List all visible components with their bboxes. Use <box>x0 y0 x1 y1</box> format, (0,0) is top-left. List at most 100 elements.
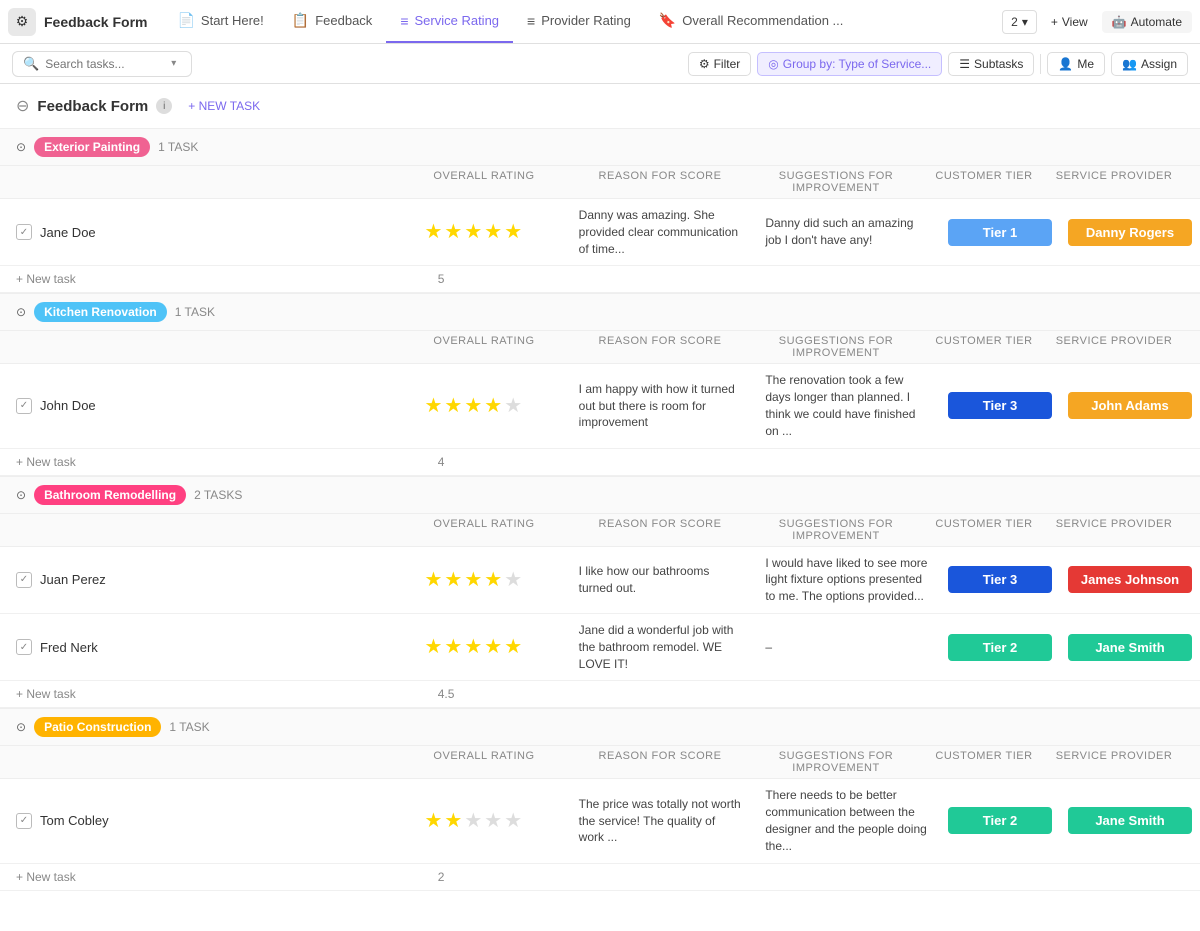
customer-tier-cell: Tier 3 <box>940 562 1060 597</box>
group-header-exterior-painting: ⊙ Exterior Painting 1 TASK <box>0 128 1200 166</box>
subtasks-button[interactable]: ☰ Subtasks <box>948 52 1034 76</box>
group-kitchen-renovation: ⊙ Kitchen Renovation 1 TASK OVERALL RATI… <box>0 293 1200 475</box>
new-task-row-button[interactable]: + New task <box>16 687 76 701</box>
info-icon[interactable]: i <box>156 98 172 114</box>
page-toggle-icon[interactable]: ⊖ <box>16 96 29 116</box>
task-avg: 5 <box>438 272 445 286</box>
reason-cell: The price was totally not worth the serv… <box>567 788 754 854</box>
service-provider-cell: Jane Smith <box>1060 803 1200 838</box>
task-name: Tom Cobley <box>40 813 109 828</box>
assign-icon: 👥 <box>1122 57 1137 71</box>
tier-badge[interactable]: Tier 2 <box>948 807 1052 834</box>
group-toggle-patio-construction[interactable]: ⊙ <box>16 720 26 734</box>
provider-rating-icon: ≡ <box>527 13 535 29</box>
search-input[interactable] <box>45 57 165 71</box>
full-star: ★ <box>444 396 462 416</box>
col-service-provider: SERVICE PROVIDER <box>1044 750 1184 774</box>
task-name: Fred Nerk <box>40 640 98 655</box>
group-patio-construction: ⊙ Patio Construction 1 TASK OVERALL RATI… <box>0 708 1200 890</box>
check-icon[interactable]: ✓ <box>16 398 32 414</box>
tier-badge[interactable]: Tier 3 <box>948 566 1052 593</box>
table-row: ✓ Fred Nerk ★★★★★ Jane did a wonderful j… <box>0 614 1200 681</box>
group-count-patio-construction: 1 TASK <box>169 720 209 734</box>
reason-cell: Jane did a wonderful job with the bathro… <box>567 614 754 680</box>
group-toggle-exterior-painting[interactable]: ⊙ <box>16 140 26 154</box>
full-star: ★ <box>424 570 442 590</box>
suggestions-cell: There needs to be better communication b… <box>753 779 940 862</box>
group-tag-exterior-painting[interactable]: Exterior Painting <box>34 137 150 157</box>
new-task-button[interactable]: + NEW TASK <box>180 96 268 116</box>
new-task-row-button[interactable]: + New task <box>16 272 76 286</box>
col-name <box>16 335 396 359</box>
nav-tabs: 📄 Start Here! 📋 Feedback ≡ Service Ratin… <box>163 0 1002 43</box>
toolbar-divider <box>1040 54 1041 74</box>
page: ⊖ Feedback Form i + NEW TASK ⊙ Exterior … <box>0 84 1200 931</box>
new-task-row-button[interactable]: + New task <box>16 870 76 884</box>
col-name <box>16 518 396 542</box>
filter-button[interactable]: ⚙ Filter <box>688 52 751 76</box>
group-tag-patio-construction[interactable]: Patio Construction <box>34 717 161 737</box>
group-tag-kitchen-renovation[interactable]: Kitchen Renovation <box>34 302 167 322</box>
full-star: ★ <box>444 811 462 831</box>
group-toggle-bathroom-remodelling[interactable]: ⊙ <box>16 488 26 502</box>
recommendation-icon: 🔖 <box>659 12 676 29</box>
provider-badge[interactable]: John Adams <box>1068 392 1192 419</box>
tab-overall-recommendation[interactable]: 🔖 Overall Recommendation ... <box>645 0 858 43</box>
tab-service-rating[interactable]: ≡ Service Rating <box>386 0 513 43</box>
new-task-row-button[interactable]: + New task <box>16 455 76 469</box>
provider-badge[interactable]: James Johnson <box>1068 566 1192 593</box>
service-provider-cell: Danny Rogers <box>1060 215 1200 250</box>
tab-provider-rating[interactable]: ≡ Provider Rating <box>513 0 645 43</box>
col-headers-patio-construction: OVERALL RATING REASON FOR SCORE SUGGESTI… <box>0 746 1200 779</box>
check-icon[interactable]: ✓ <box>16 572 32 588</box>
nav-badge[interactable]: 2 ▾ <box>1002 10 1037 34</box>
col-suggestions: SUGGESTIONS FOR IMPROVEMENT <box>748 750 924 774</box>
automate-button[interactable]: 🤖 Automate <box>1102 11 1192 33</box>
stars: ★★★★★ <box>424 396 522 416</box>
group-count-bathroom-remodelling: 2 TASKS <box>194 488 242 502</box>
suggestions-cell: I would have liked to see more light fix… <box>753 547 940 613</box>
provider-badge[interactable]: Jane Smith <box>1068 634 1192 661</box>
empty-star: ★ <box>504 396 522 416</box>
tab-start-here[interactable]: 📄 Start Here! <box>163 0 277 43</box>
me-button[interactable]: 👤 Me <box>1047 52 1105 76</box>
full-star: ★ <box>444 570 462 590</box>
stars: ★★★★★ <box>424 222 522 242</box>
feedback-icon: 📋 <box>292 12 309 29</box>
assign-button[interactable]: 👥 Assign <box>1111 52 1188 76</box>
check-icon[interactable]: ✓ <box>16 813 32 829</box>
check-icon[interactable]: ✓ <box>16 224 32 240</box>
col-reason: REASON FOR SCORE <box>572 518 748 542</box>
view-button[interactable]: + View <box>1043 11 1096 33</box>
full-star: ★ <box>424 811 442 831</box>
search-box[interactable]: 🔍 ▾ <box>12 51 192 77</box>
provider-badge[interactable]: Danny Rogers <box>1068 219 1192 246</box>
search-dropdown-arrow[interactable]: ▾ <box>171 58 176 69</box>
col-reason: REASON FOR SCORE <box>572 750 748 774</box>
app-icon: ⚙ <box>8 8 36 36</box>
empty-star: ★ <box>504 570 522 590</box>
table-row: ✓ John Doe ★★★★★ I am happy with how it … <box>0 364 1200 448</box>
tier-badge[interactable]: Tier 2 <box>948 634 1052 661</box>
groups-container: ⊙ Exterior Painting 1 TASK OVERALL RATIN… <box>0 128 1200 891</box>
stars-cell: ★★★★★ <box>380 562 567 598</box>
task-name-cell: ✓ Juan Perez <box>0 564 380 596</box>
full-star: ★ <box>424 637 442 657</box>
col-customer-tier: CUSTOMER TIER <box>924 518 1044 542</box>
group-tag-bathroom-remodelling[interactable]: Bathroom Remodelling <box>34 485 186 505</box>
provider-badge[interactable]: Jane Smith <box>1068 807 1192 834</box>
full-star: ★ <box>444 222 462 242</box>
group-by-button[interactable]: ◎ Group by: Type of Service... <box>757 52 942 76</box>
check-icon[interactable]: ✓ <box>16 639 32 655</box>
group-toggle-kitchen-renovation[interactable]: ⊙ <box>16 305 26 319</box>
toolbar-right: ⚙ Filter ◎ Group by: Type of Service... … <box>688 52 1188 76</box>
service-rating-icon: ≡ <box>400 13 408 29</box>
group-count-kitchen-renovation: 1 TASK <box>175 305 215 319</box>
tier-badge[interactable]: Tier 3 <box>948 392 1052 419</box>
tier-badge[interactable]: Tier 1 <box>948 219 1052 246</box>
tab-feedback[interactable]: 📋 Feedback <box>278 0 387 43</box>
page-header: ⊖ Feedback Form i + NEW TASK <box>0 84 1200 128</box>
col-suggestions: SUGGESTIONS FOR IMPROVEMENT <box>748 518 924 542</box>
new-task-row-bathroom-remodelling: + New task 4.5 <box>0 681 1200 708</box>
reason-cell: Danny was amazing. She provided clear co… <box>567 199 754 265</box>
